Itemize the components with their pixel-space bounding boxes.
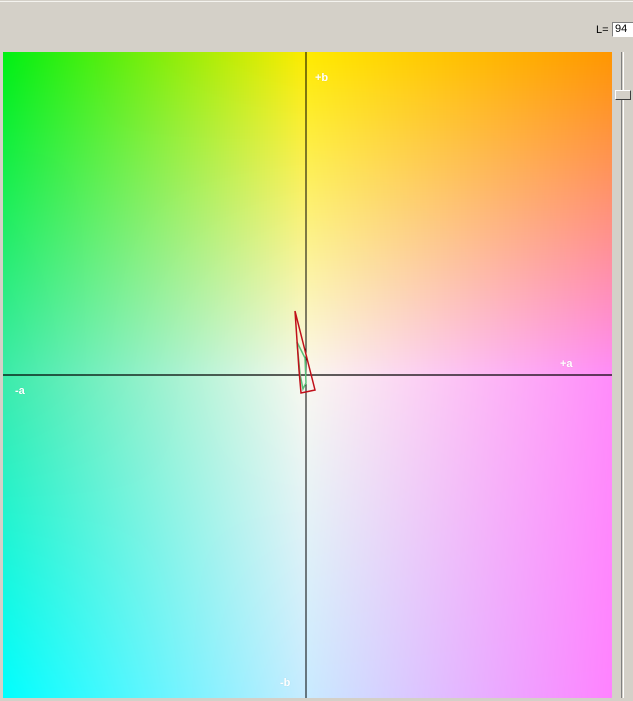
axis-label-plus-a: +a [560,358,573,370]
lightness-input[interactable] [612,22,633,37]
lightness-label: L= [596,24,609,36]
lightness-slider-thumb[interactable] [615,90,631,100]
ab-color-plane[interactable]: +b -b +a -a [3,52,612,698]
toolbar-highlight-line [0,1,633,2]
ab-overlay [3,52,612,698]
lightness-slider[interactable] [613,52,633,698]
axis-label-minus-b: -b [280,677,291,689]
axis-label-minus-a: -a [15,385,25,397]
toolbar: L= [0,0,633,52]
lightness-slider-groove [621,52,624,698]
axis-label-plus-b: +b [315,72,329,84]
gamut-outer-outline [294,310,316,394]
